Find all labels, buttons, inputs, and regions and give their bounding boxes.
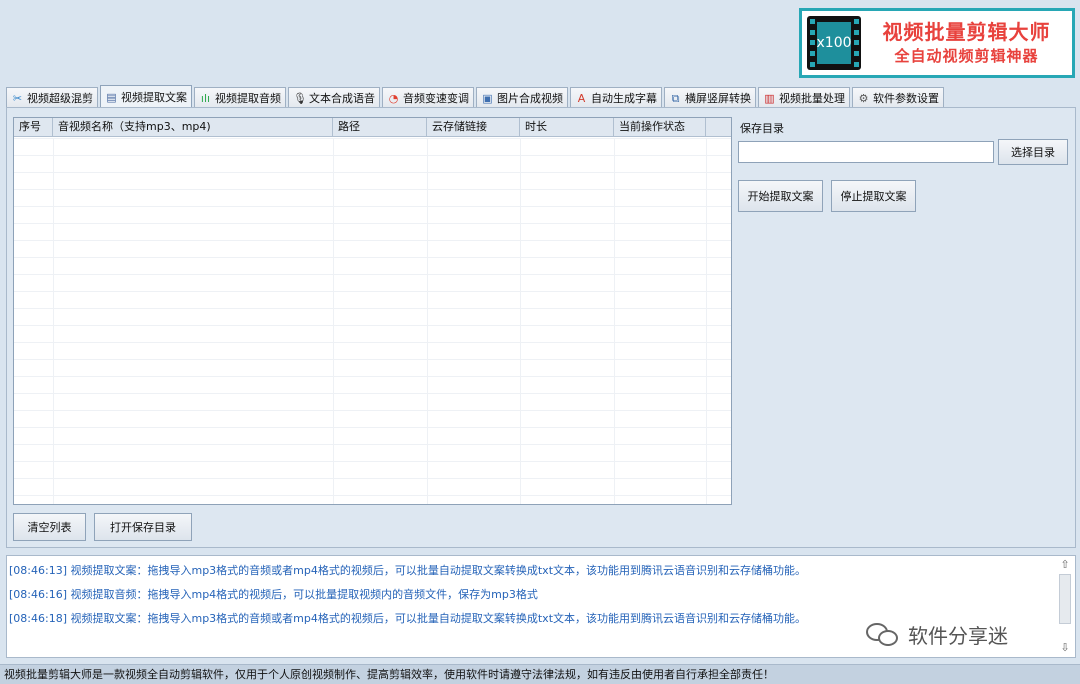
stop-extract-button[interactable]: 停止提取文案 <box>831 180 916 212</box>
column-header-path[interactable]: 路径 <box>333 118 427 136</box>
table-body[interactable] <box>14 138 731 504</box>
tab-label: 视频批量处理 <box>779 92 845 105</box>
log-line: [08:46:13] 视频提取文案：拖拽导入mp3格式的音频或者mp4格式的视频… <box>9 564 807 577</box>
document-icon: ▤ <box>106 90 117 104</box>
tab-label: 自动生成字幕 <box>591 92 657 105</box>
status-bar: 视频批量剪辑大师是一款视频全自动剪辑软件，仅用于个人原创视频制作、提高剪辑效率，… <box>0 664 1080 684</box>
banner-title: 视频批量剪辑大师 <box>882 20 1051 44</box>
gear-icon: ⚙ <box>858 91 869 105</box>
column-header-duration[interactable]: 时长 <box>520 118 614 136</box>
tab-bar: ✂ 视频超级混剪 ▤ 视频提取文案 ılı 视频提取音频 🎙 文本合成语音 ◔ 音频变速变调 ▣ 图片… <box>6 85 946 108</box>
waveform-icon: ılı <box>200 91 211 105</box>
tab-9[interactable]: ▥ 视频批量处理 <box>758 87 850 108</box>
font-icon: A <box>577 91 586 105</box>
logo-badge: x100 <box>817 22 852 64</box>
tab-4[interactable]: 🎙 文本合成语音 <box>288 87 380 108</box>
microphone-icon: 🎙 <box>293 91 307 105</box>
scissors-icon: ✂ <box>12 91 23 105</box>
open-save-dir-button[interactable]: 打开保存目录 <box>94 513 192 541</box>
film-icon: ▥ <box>764 91 775 105</box>
table-header: 序号 音视频名称（支持mp3、mp4) 路径 云存储链接 时长 当前操作状态 <box>14 118 731 137</box>
column-header-cloud-link[interactable]: 云存储链接 <box>427 118 520 136</box>
tab-label: 视频超级混剪 <box>27 92 93 105</box>
tab-label: 横屏竖屏转换 <box>685 92 751 105</box>
tab-label: 图片合成视频 <box>497 92 563 105</box>
watermark: 软件分享迷 <box>866 620 1008 649</box>
choose-dir-button[interactable]: 选择目录 <box>998 139 1068 165</box>
tab-5[interactable]: ◔ 音频变速变调 <box>382 87 474 108</box>
film-logo-icon: x100 <box>807 16 861 70</box>
tab-6[interactable]: ▣ 图片合成视频 <box>476 87 568 108</box>
tab-2[interactable]: ▤ 视频提取文案 <box>100 85 192 108</box>
app-banner: x100 视频批量剪辑大师 全自动视频剪辑神器 <box>799 8 1075 78</box>
tab-label: 软件参数设置 <box>873 92 939 105</box>
tab-3[interactable]: ılı 视频提取音频 <box>194 87 286 108</box>
column-header-name[interactable]: 音视频名称（支持mp3、mp4) <box>53 118 333 136</box>
save-dir-label: 保存目录 <box>740 122 784 135</box>
tab-label: 视频提取文案 <box>121 91 187 104</box>
log-line: [08:46:16] 视频提取音频：拖拽导入mp4格式的视频后，可以批量提取视频… <box>9 588 538 601</box>
banner-subtitle: 全自动视频剪辑神器 <box>894 47 1039 65</box>
log-scrollbar[interactable]: ⇧ ⇩ <box>1058 558 1072 655</box>
column-header-index[interactable]: 序号 <box>14 118 53 136</box>
column-header-status[interactable]: 当前操作状态 <box>614 118 706 136</box>
scroll-up-icon[interactable]: ⇧ <box>1058 558 1072 572</box>
save-dir-input[interactable] <box>738 141 994 163</box>
file-table[interactable]: 序号 音视频名称（支持mp3、mp4) 路径 云存储链接 时长 当前操作状态 <box>13 117 732 505</box>
wechat-icon <box>866 621 900 649</box>
tab-label: 文本合成语音 <box>309 92 375 105</box>
clear-list-button[interactable]: 清空列表 <box>13 513 86 541</box>
column-header-filler <box>706 118 731 136</box>
rotate-screen-icon: ⧉ <box>671 91 680 105</box>
tab-1[interactable]: ✂ 视频超级混剪 <box>6 87 98 108</box>
scroll-down-icon[interactable]: ⇩ <box>1058 641 1072 655</box>
tab-7[interactable]: A 自动生成字幕 <box>570 87 662 108</box>
watermark-text: 软件分享迷 <box>908 624 1008 648</box>
start-extract-button[interactable]: 开始提取文案 <box>738 180 823 212</box>
tab-panel-extract-text: 序号 音视频名称（支持mp3、mp4) 路径 云存储链接 时长 当前操作状态 保… <box>6 107 1076 548</box>
tab-label: 视频提取音频 <box>215 92 281 105</box>
scroll-thumb[interactable] <box>1059 574 1071 624</box>
tab-label: 音频变速变调 <box>403 92 469 105</box>
image-icon: ▣ <box>482 91 493 105</box>
tab-8[interactable]: ⧉ 横屏竖屏转换 <box>664 87 756 108</box>
tab-10[interactable]: ⚙ 软件参数设置 <box>852 87 944 108</box>
gauge-icon: ◔ <box>388 91 399 105</box>
log-line: [08:46:18] 视频提取文案：拖拽导入mp3格式的音频或者mp4格式的视频… <box>9 612 807 625</box>
